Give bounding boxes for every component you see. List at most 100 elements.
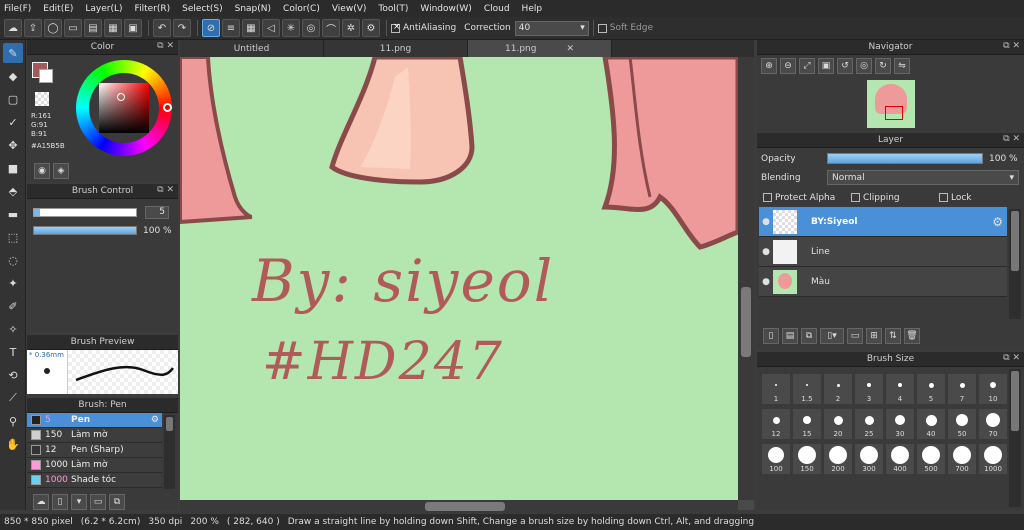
menu-snap[interactable]: Snap(N) (235, 4, 271, 14)
rotate-reset-icon[interactable]: ◎ (856, 58, 872, 74)
brush-size-cell[interactable]: 7 (947, 373, 977, 405)
zoom-out-icon[interactable]: ⊖ (780, 58, 796, 74)
menu-view[interactable]: View(V) (332, 4, 367, 14)
snap-gear-icon[interactable]: ✲ (342, 19, 360, 37)
menu-filter[interactable]: Filter(R) (135, 4, 171, 14)
antialiasing-checkbox[interactable] (391, 22, 401, 33)
palette-icon[interactable]: ◉ (34, 163, 50, 179)
transparent-color-swatch[interactable] (35, 92, 49, 106)
menu-tool[interactable]: Tool(T) (378, 4, 408, 14)
panel-controls-icon[interactable]: ⧉ ✕ (157, 185, 174, 195)
brush-size-cell[interactable]: 40 (916, 408, 946, 440)
new-halftone-layer-icon[interactable]: ▤ (782, 328, 798, 344)
brush-tool-icon[interactable]: ✎ (3, 43, 23, 63)
brush-size-cell[interactable]: 30 (885, 408, 915, 440)
navigator-thumbnail[interactable] (867, 80, 915, 128)
check-tool-icon[interactable]: ✓ (3, 112, 23, 132)
snap-parallel-icon[interactable]: ≡ (222, 19, 240, 37)
chat-icon[interactable]: ◯ (44, 19, 62, 37)
layer-menu-icon[interactable]: ▯▾ (820, 328, 844, 344)
tab-11-png-active[interactable]: 11.png ✕ (468, 40, 612, 57)
brush-size-cell[interactable]: 200 (823, 443, 853, 475)
move-tool-icon[interactable]: ✥ (3, 135, 23, 155)
text-tool-icon[interactable]: T (3, 342, 23, 362)
menu-window[interactable]: Window(W) (420, 4, 471, 14)
copy-brush-icon[interactable]: ⧉ (109, 494, 125, 510)
new-folder-icon[interactable]: ▭ (847, 328, 863, 344)
rotate-right-icon[interactable]: ↻ (875, 58, 891, 74)
brush-size-cell[interactable]: 20 (823, 408, 853, 440)
brush-size-cell[interactable]: 12 (761, 408, 791, 440)
zoom-in-icon[interactable]: ⊕ (761, 58, 777, 74)
fit-icon[interactable]: ⤢ (799, 58, 815, 74)
brush-size-cell[interactable]: 1000 (978, 443, 1008, 475)
saturation-value-square[interactable] (99, 83, 149, 133)
fill-tool-icon[interactable]: ⬘ (3, 181, 23, 201)
select-eraser-icon[interactable]: ✧ (3, 319, 23, 339)
gradient-tool-icon[interactable]: ▬ (3, 204, 23, 224)
brush-size-cell[interactable]: 25 (854, 408, 884, 440)
layer-visibility-icon[interactable]: ● (759, 217, 773, 227)
snap-radial-icon[interactable]: ✳ (282, 19, 300, 37)
rotate-left-icon[interactable]: ↺ (837, 58, 853, 74)
menu-edit[interactable]: Edit(E) (43, 4, 73, 14)
menu-color[interactable]: Color(C) (283, 4, 320, 14)
brush-item[interactable]: 150 Làm mờ (27, 428, 162, 443)
blending-select[interactable]: Normal ▾ (827, 170, 1019, 185)
menu-select[interactable]: Select(S) (182, 4, 223, 14)
save-icon[interactable]: ▣ (124, 19, 142, 37)
brush-size-cell[interactable]: 150 (792, 443, 822, 475)
snap-cross-icon[interactable]: ▦ (242, 19, 260, 37)
tab-11-png[interactable]: 11.png (324, 40, 468, 57)
eyedropper-icon[interactable]: ⚲ (3, 411, 23, 431)
folder-icon[interactable]: ▭ (90, 494, 106, 510)
panel-controls-icon[interactable]: ⧉ ✕ (1003, 134, 1020, 144)
panel-controls-icon[interactable]: ⧉ ✕ (1003, 41, 1020, 51)
open-file-icon[interactable]: ▦ (104, 19, 122, 37)
operation-tool-icon[interactable]: ⟲ (3, 365, 23, 385)
snap-vanish-icon[interactable]: ◁ (262, 19, 280, 37)
rect-select-icon[interactable]: ▢ (3, 89, 23, 109)
close-icon[interactable]: ✕ (566, 44, 574, 54)
brush-size-cell[interactable]: 4 (885, 373, 915, 405)
brush-size-cell[interactable]: 5 (916, 373, 946, 405)
layer-row[interactable]: ● Line (759, 237, 1007, 267)
brush-size-scrollbar[interactable] (1009, 369, 1021, 507)
canvas-horizontal-scrollbar[interactable] (180, 500, 738, 513)
new-file-icon[interactable]: ▤ (84, 19, 102, 37)
canvas-vertical-scrollbar[interactable] (738, 57, 754, 500)
brush-size-slider[interactable] (33, 208, 137, 217)
navigator-viewport-rect[interactable] (885, 106, 903, 120)
drawing-canvas[interactable]: By: siyeol #HD247 (180, 57, 738, 500)
add-brush-icon[interactable]: ▯ (52, 494, 68, 510)
correction-select[interactable]: 40 ▾ (514, 20, 589, 36)
color-wheel[interactable] (76, 60, 172, 156)
layer-list-scrollbar[interactable] (1009, 209, 1021, 319)
actual-size-icon[interactable]: ▣ (818, 58, 834, 74)
flip-icon[interactable]: ⇋ (894, 58, 910, 74)
brush-size-value[interactable]: 5 (145, 206, 169, 219)
hue-picker-handle[interactable] (163, 103, 172, 112)
brush-size-cell[interactable]: 100 (761, 443, 791, 475)
brush-size-cell[interactable]: 500 (916, 443, 946, 475)
lock-checkbox[interactable] (939, 193, 948, 202)
menu-layer[interactable]: Layer(L) (85, 4, 122, 14)
panel-controls-icon[interactable]: ⧉ ✕ (157, 41, 174, 51)
color-picker-handle[interactable] (117, 93, 125, 101)
secondary-color-swatch[interactable] (39, 69, 53, 83)
tab-untitled[interactable]: Untitled (180, 40, 324, 57)
gear-icon[interactable]: ⚙ (992, 215, 1003, 229)
snap-circle-icon[interactable]: ◎ (302, 19, 320, 37)
brush-size-cell[interactable]: 10 (978, 373, 1008, 405)
palette-history-icon[interactable]: ◈ (53, 163, 69, 179)
merge-layer-icon[interactable]: ⊞ (866, 328, 882, 344)
panel-controls-icon[interactable]: ⧉ ✕ (1003, 353, 1020, 363)
brush-size-cell[interactable]: 700 (947, 443, 977, 475)
new-layer-icon[interactable]: ▯ (763, 328, 779, 344)
layer-transfer-icon[interactable]: ⇅ (885, 328, 901, 344)
protect-alpha-checkbox[interactable] (763, 193, 772, 202)
lasso-tool-icon[interactable]: ◌ (3, 250, 23, 270)
brush-list-scrollbar[interactable] (164, 415, 175, 489)
clipping-checkbox[interactable] (851, 193, 860, 202)
menu-help[interactable]: Help (522, 4, 543, 14)
